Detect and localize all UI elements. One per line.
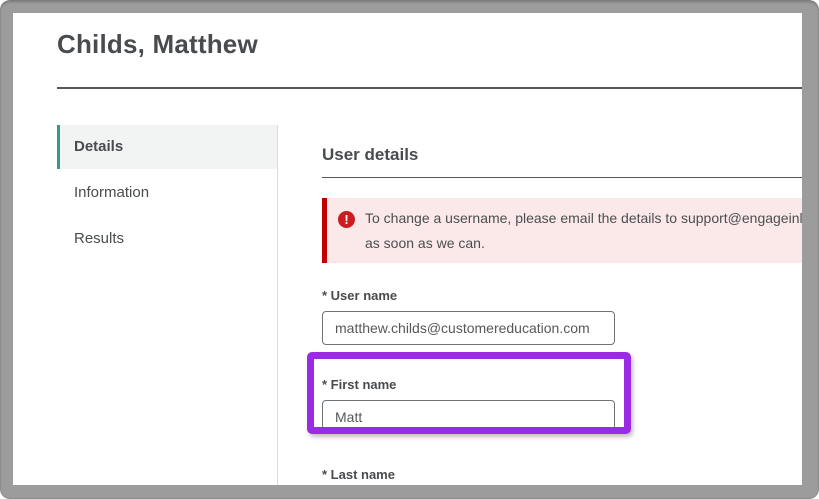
error-icon: !: [338, 211, 355, 228]
first-name-label: * First name: [322, 377, 397, 392]
username-change-alert: ! To change a username, please email the…: [322, 198, 802, 263]
username-label: * User name: [322, 288, 398, 303]
username-input[interactable]: [322, 311, 615, 345]
screenshot-frame: Childs, Matthew Details Information Resu…: [0, 0, 819, 499]
alert-line-2: as soon as we can.: [365, 235, 485, 251]
first-name-field-group: * First name: [322, 377, 802, 434]
sidebar-item-results[interactable]: Results: [57, 217, 277, 261]
sidebar-item-label: Details: [74, 138, 124, 155]
sidebar-item-details[interactable]: Details: [57, 125, 277, 169]
alert-text: To change a username, please email the d…: [365, 210, 802, 251]
sidebar-divider: [277, 125, 278, 485]
section-divider: [322, 177, 802, 178]
first-name-input[interactable]: [322, 400, 615, 434]
alert-line-1: To change a username, please email the d…: [365, 210, 802, 226]
username-field-group: * User name: [322, 288, 802, 345]
page-title: Childs, Matthew: [57, 29, 258, 59]
last-name-label: * Last name: [322, 467, 395, 482]
last-name-field-group: * Last name: [322, 467, 802, 485]
user-edit-page: Childs, Matthew Details Information Resu…: [13, 13, 802, 485]
main-content: User details ! To change a username, ple…: [322, 125, 802, 485]
sidebar-item-label: Information: [74, 184, 150, 201]
section-title: User details: [322, 145, 419, 164]
sidebar: Details Information Results: [57, 125, 277, 261]
title-divider: [57, 87, 802, 89]
sidebar-item-information[interactable]: Information: [57, 171, 277, 215]
sidebar-item-label: Results: [74, 230, 125, 247]
